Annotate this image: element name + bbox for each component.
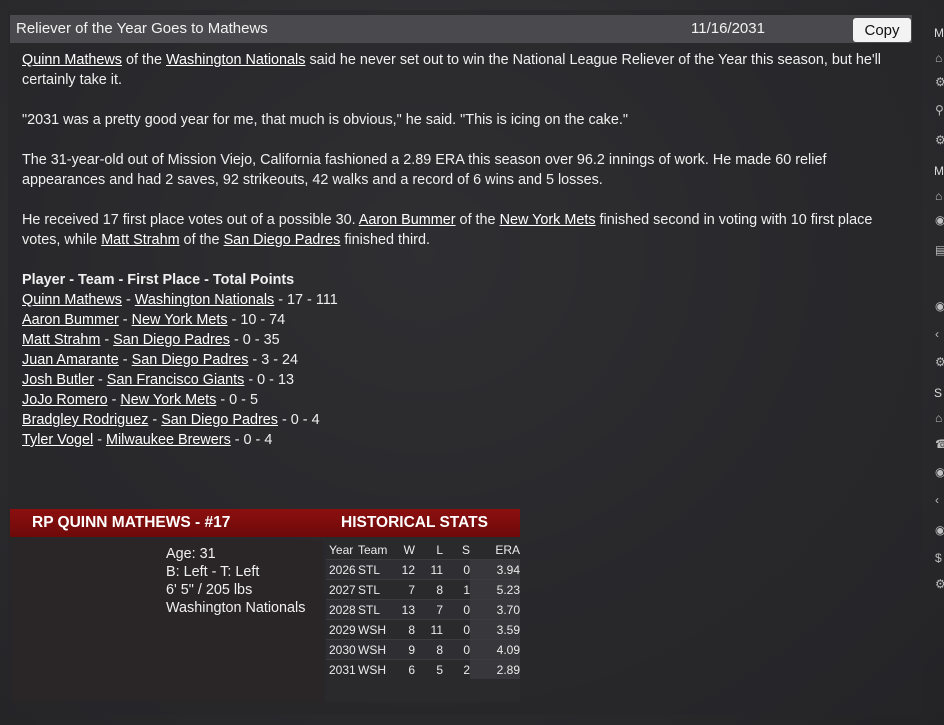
team-link[interactable]: Milwaukee Brewers [106, 432, 231, 448]
col-saves: S [461, 542, 470, 557]
player-link[interactable]: Aaron Bummer [22, 312, 119, 328]
stats-row: 2027 STL 7 8 1 5.23 [326, 579, 520, 600]
vote-row: Tyler Vogel - Milwaukee Brewers - 0 - 4 [22, 432, 273, 448]
stats-row: 2026 STL 12 11 0 3.94 [326, 559, 520, 580]
vote-row: Aaron Bummer - New York Mets - 10 - 74 [22, 312, 286, 328]
player-height-weight: 6' 5" / 205 lbs [166, 582, 253, 598]
stats-row: 2028 STL 13 7 0 3.70 [326, 599, 520, 620]
team-link[interactable]: Washington Nationals [135, 292, 274, 308]
col-losses: L [436, 542, 443, 557]
dollar-icon[interactable]: $ [935, 552, 944, 564]
vote-row: Bradgley Rodriguez - San Diego Padres - … [22, 412, 320, 428]
stats-header-row: Year Team W L S ERA [326, 540, 520, 560]
rail-label: M [934, 164, 944, 178]
stats-row: 2031 WSH 6 5 2 2.89 [326, 659, 520, 679]
right-rail: M ⌂ ⚙ ⚲ ⚙ M ⌂ ◉ ▤ ◉ ‹ ⚙ S ⌂ ☎ ◉ ‹ ◉ $ ⚙ [926, 0, 944, 725]
paragraph-2: "2031 was a pretty good year for me, tha… [22, 112, 628, 128]
settings-icon[interactable]: ⚙ [935, 134, 944, 146]
team-link[interactable]: San Diego Padres [113, 332, 230, 348]
eye-icon[interactable]: ◉ [935, 466, 944, 478]
col-team: Team [358, 542, 388, 557]
team-link[interactable]: San Diego Padres [132, 352, 249, 368]
arrow-icon[interactable]: ‹ [935, 494, 944, 506]
team-link[interactable]: New York Mets [500, 212, 596, 228]
home-icon[interactable]: ⌂ [935, 190, 944, 202]
list-icon[interactable]: ▤ [935, 244, 944, 256]
rail-label: S [934, 386, 943, 400]
player-link[interactable]: JoJo Romero [22, 392, 108, 408]
col-year: Year [329, 542, 354, 557]
votes-header: Player - Team - First Place - Total Poin… [22, 272, 295, 288]
player-bio: Age: 31 B: Left - T: Left 6' 5" / 205 lb… [166, 545, 305, 617]
team-link[interactable]: Washington Nationals [166, 52, 305, 68]
eye-icon[interactable]: ◉ [935, 214, 944, 226]
votes-list: Quinn Mathews - Washington Nationals - 1… [22, 290, 902, 450]
player-team: Washington Nationals [166, 600, 306, 616]
vote-row: JoJo Romero - New York Mets - 0 - 5 [22, 392, 258, 408]
team-link[interactable]: San Diego Padres [224, 232, 341, 248]
search-icon[interactable]: ⚲ [935, 104, 944, 116]
historical-stats-table: Year Team W L S ERA 2026 STL 12 11 0 3.94 202… [326, 540, 520, 702]
player-link[interactable]: Josh Butler [22, 372, 94, 388]
player-link[interactable]: Bradgley Rodriguez [22, 412, 148, 428]
vote-row: Josh Butler - San Francisco Giants - 0 -… [22, 372, 294, 388]
gear-icon[interactable]: ⚙ [935, 76, 944, 88]
paragraph-4: He received 17 first place votes out of … [22, 212, 873, 248]
player-link[interactable]: Quinn Mathews [22, 52, 122, 68]
paragraph-1: Quinn Mathews of the Washington National… [22, 52, 882, 88]
vote-row: Quinn Mathews - Washington Nationals - 1… [22, 292, 338, 308]
article-body: Quinn Mathews of the Washington National… [22, 50, 902, 450]
paragraph-3: The 31-year-old out of Mission Viejo, Ca… [22, 152, 827, 188]
player-link[interactable]: Matt Strahm [101, 232, 179, 248]
stats-row: 2030 WSH 9 8 0 4.09 [326, 639, 520, 660]
home-icon[interactable]: ⌂ [935, 412, 944, 424]
player-link[interactable]: Juan Amarante [22, 352, 119, 368]
player-bats-throws: B: Left - T: Left [166, 564, 260, 580]
copy-button[interactable]: Copy [853, 18, 911, 42]
player-card-header: RP QUINN MATHEWS - #17 HISTORICAL STATS [10, 509, 520, 537]
player-link[interactable]: Aaron Bummer [359, 212, 456, 228]
rail-label: M [934, 26, 944, 40]
player-card-title: RP QUINN MATHEWS - #17 [32, 514, 231, 531]
team-link[interactable]: San Francisco Giants [107, 372, 245, 388]
team-link[interactable]: New York Mets [120, 392, 216, 408]
team-link[interactable]: New York Mets [132, 312, 228, 328]
team-link[interactable]: San Diego Padres [161, 412, 278, 428]
settings-icon[interactable]: ⚙ [935, 578, 944, 590]
player-link[interactable]: Tyler Vogel [22, 432, 93, 448]
arrow-icon[interactable]: ‹ [935, 328, 944, 340]
col-wins: W [403, 542, 415, 557]
phone-icon[interactable]: ☎ [935, 438, 944, 450]
stats-row: 2029 WSH 8 11 0 3.59 [326, 619, 520, 640]
article-date: 11/16/2031 [691, 20, 765, 37]
vote-row: Juan Amarante - San Diego Padres - 3 - 2… [22, 352, 299, 368]
player-link[interactable]: Quinn Mathews [22, 292, 122, 308]
col-era: ERA [495, 542, 520, 557]
home-icon[interactable]: ⌂ [935, 52, 944, 64]
share-icon[interactable]: ◉ [935, 524, 944, 536]
historical-stats-title: HISTORICAL STATS [341, 514, 488, 531]
article-title: Reliever of the Year Goes to Mathews [16, 20, 268, 37]
player-link[interactable]: Matt Strahm [22, 332, 100, 348]
settings-icon[interactable]: ⚙ [935, 356, 944, 368]
vote-row: Matt Strahm - San Diego Padres - 0 - 35 [22, 332, 280, 348]
share-icon[interactable]: ◉ [935, 300, 944, 312]
title-bar: Reliever of the Year Goes to Mathews 11/… [10, 15, 912, 43]
player-age: Age: 31 [166, 546, 216, 562]
